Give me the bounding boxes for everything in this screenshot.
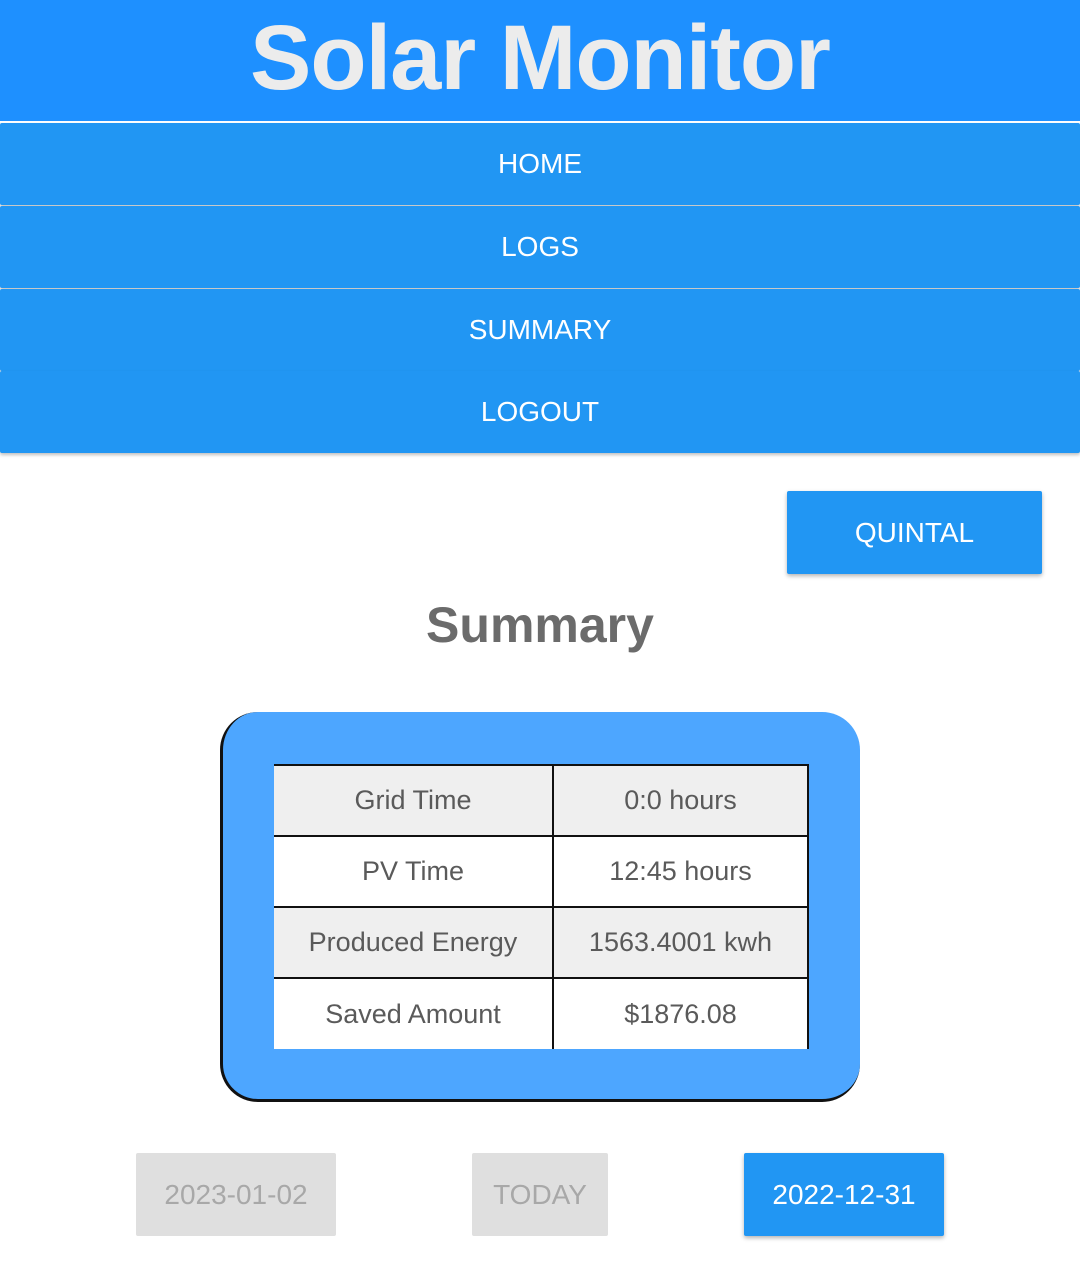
summary-table: Grid Time 0:0 hours PV Time 12:45 hours … [274,764,809,1049]
produced-energy-value: 1563.4001 kwh [552,906,809,979]
location-button[interactable]: QUINTAL [787,491,1042,574]
today-button[interactable]: TODAY [472,1153,608,1236]
produced-energy-label: Produced Energy [274,906,554,979]
grid-time-label: Grid Time [274,764,554,837]
grid-time-value: 0:0 hours [552,764,809,837]
app-header: Solar Monitor [0,0,1080,121]
pv-time-label: PV Time [274,835,554,908]
nav-summary[interactable]: SUMMARY [0,289,1080,371]
table-row: Produced Energy 1563.4001 kwh [274,906,809,979]
saved-amount-value: $1876.08 [552,977,809,1049]
table-row: PV Time 12:45 hours [274,835,809,908]
nav-home[interactable]: HOME [0,123,1080,205]
table-row: Saved Amount $1876.08 [274,977,809,1049]
page-title: Summary [426,597,654,653]
saved-amount-label: Saved Amount [274,977,554,1049]
next-date-button[interactable]: 2023-01-02 [136,1153,336,1236]
nav-logout[interactable]: LOGOUT [0,371,1080,453]
prev-date-button[interactable]: 2022-12-31 [744,1153,944,1236]
table-row: Grid Time 0:0 hours [274,764,809,837]
nav-logs[interactable]: LOGS [0,206,1080,288]
app-title: Solar Monitor [250,7,831,109]
pv-time-value: 12:45 hours [552,835,809,908]
